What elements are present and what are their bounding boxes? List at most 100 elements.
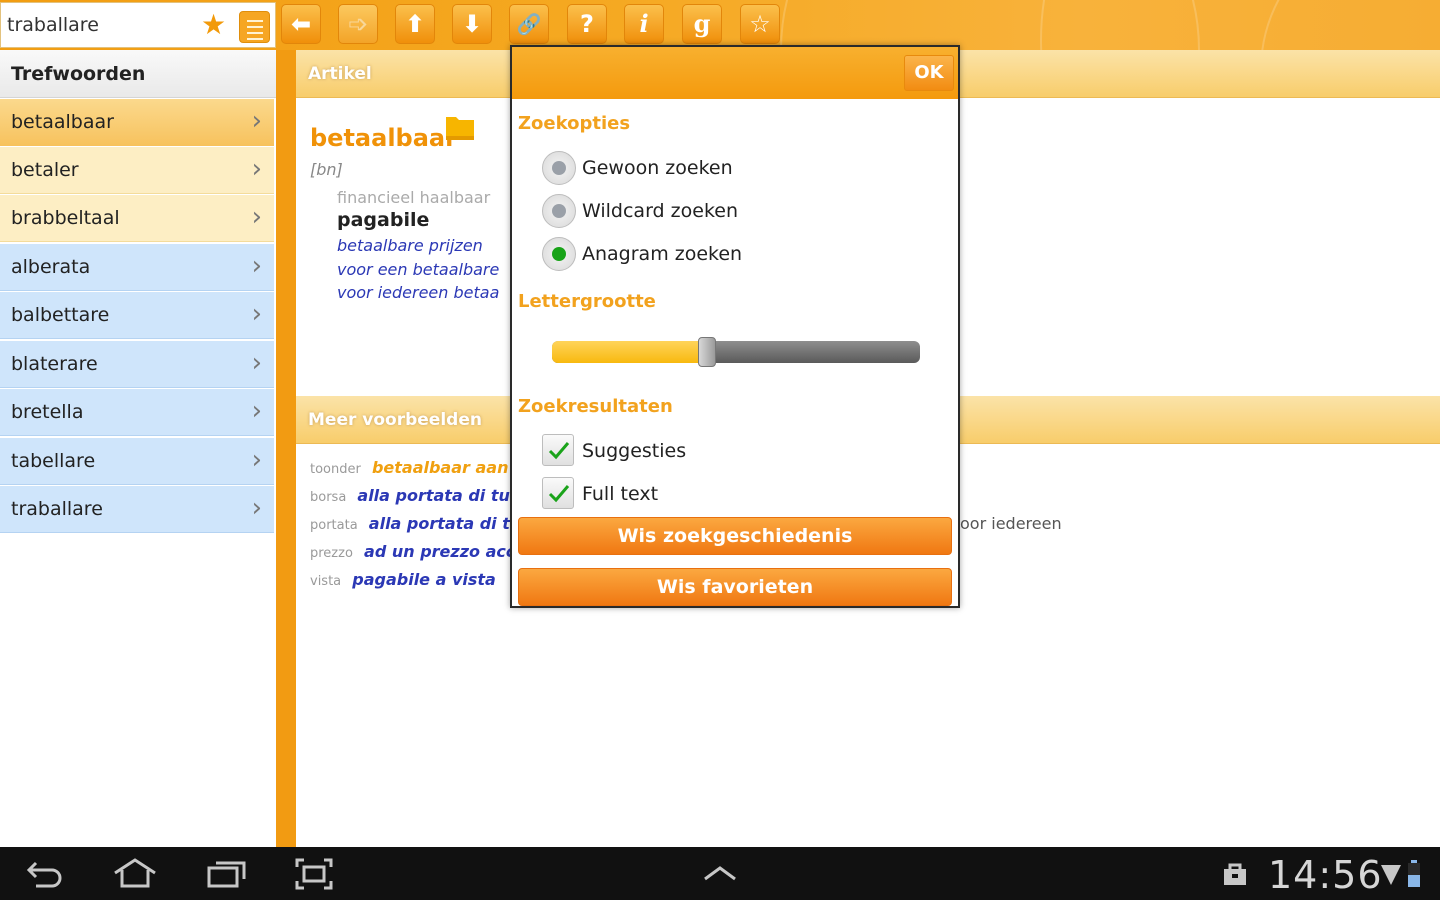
sense-description: financieel haalbaar (337, 188, 491, 207)
example-row[interactable]: toonder betaalbaar aan t (310, 458, 522, 477)
chevron-right-icon: › (251, 251, 262, 281)
list-item[interactable]: betaalbaar › (0, 99, 274, 146)
radio-label: Anagram zoeken (582, 243, 743, 265)
find-settings-icon[interactable]: 🔗 (509, 4, 549, 44)
font-size-title: Lettergrootte (518, 291, 656, 312)
favorites-icon[interactable]: ☆ (740, 4, 780, 44)
example-tag: vista (310, 574, 342, 589)
list-item-label: betaler (11, 159, 79, 181)
list-item[interactable]: balbettare › (0, 292, 274, 339)
chevron-right-icon: › (251, 348, 262, 378)
chevron-right-icon: › (251, 154, 262, 184)
pane-divider[interactable] (276, 50, 296, 847)
list-item-label: bretella (11, 401, 84, 423)
radio-button[interactable] (542, 151, 576, 185)
clock: 14:56 (1268, 853, 1383, 897)
list-item-label: balbettare (11, 304, 110, 326)
checkbox-label: Suggesties (582, 440, 687, 462)
example-tag: prezzo (310, 546, 353, 561)
screenshot-icon[interactable] (294, 857, 334, 891)
slider-thumb[interactable] (697, 337, 716, 367)
slider-fill (552, 341, 707, 363)
checkmark-icon (548, 442, 570, 460)
home-icon[interactable] (112, 857, 158, 889)
example-phrase[interactable]: voor een betaalbare (337, 260, 499, 279)
system-bar: 14:56 (0, 847, 1440, 900)
part-of-speech: [bn] (310, 160, 343, 179)
example-tag: borsa (310, 490, 347, 505)
ok-button[interactable]: OK (904, 55, 954, 91)
example-translation-text: oor iedereen (960, 514, 1062, 533)
chevron-up-icon[interactable] (702, 865, 738, 881)
clear-history-button[interactable]: Wis zoekgeschiedenis (518, 517, 952, 555)
help-icon[interactable]: ? (567, 4, 607, 44)
clear-favorites-button[interactable]: Wis favorieten (518, 568, 952, 606)
radio-label: Wildcard zoeken (582, 200, 738, 222)
settings-dialog: OK Zoekopties Gewoon zoeken Wildcard zoe… (510, 45, 960, 608)
article-bar-title: Artikel (308, 64, 372, 84)
keyword-list-title: Trefwoorden (11, 63, 146, 85)
chevron-right-icon: › (251, 396, 262, 426)
list-item[interactable]: bretella › (0, 389, 274, 436)
example-row[interactable]: portata alla portata di tu (310, 514, 521, 533)
example-italian: alla portata di tutt (357, 486, 526, 505)
radio-button[interactable] (542, 194, 576, 228)
dialog-header: OK (512, 47, 958, 99)
list-item[interactable]: blaterare › (0, 341, 274, 388)
list-item[interactable]: alberata › (0, 244, 274, 291)
search-input-value: traballare (7, 14, 99, 36)
search-input[interactable]: traballare ★ (0, 2, 276, 48)
list-item[interactable]: betaler › (0, 147, 274, 194)
down-arrow-icon[interactable]: ⬇ (452, 4, 492, 44)
checkbox[interactable] (542, 477, 574, 509)
radio-button[interactable] (542, 237, 576, 271)
folder-icon[interactable] (445, 114, 475, 142)
example-phrase[interactable]: betaalbare prijzen (337, 236, 483, 255)
font-size-slider[interactable] (552, 337, 920, 367)
chevron-right-icon: › (251, 445, 262, 475)
example-row[interactable]: prezzo ad un prezzo acce (310, 542, 526, 561)
checkbox[interactable] (542, 434, 574, 466)
list-item-label: brabbeltaal (11, 207, 120, 229)
example-row[interactable]: vista pagabile a vista b (310, 570, 525, 589)
favorite-star-icon[interactable]: ★ (201, 11, 226, 39)
google-icon[interactable]: g (682, 4, 722, 44)
example-row[interactable]: borsa alla portata di tutt (310, 486, 525, 505)
keyword-list-header: Trefwoorden (0, 50, 276, 98)
chevron-right-icon: › (251, 106, 262, 136)
list-item-label: alberata (11, 256, 91, 278)
radio-label: Gewoon zoeken (582, 157, 733, 179)
checkbox-label: Full text (582, 483, 659, 505)
headword: betaalbaar (310, 124, 457, 152)
example-phrase[interactable]: voor iedereen betaa (337, 283, 499, 302)
list-item-label: betaalbaar (11, 111, 114, 133)
example-italian: alla portata di tu (368, 514, 522, 533)
keyword-list: Trefwoorden betaalbaar › betaler › brabb… (0, 50, 276, 847)
recent-apps-icon[interactable] (206, 859, 248, 889)
app-window: traballare ★ ⬅ ➩ ⬆ ⬇ 🔗 ? i g ☆ Trefwoord… (0, 0, 1440, 900)
example-tag: toonder (310, 462, 361, 477)
chevron-right-icon: › (251, 493, 262, 523)
history-list-icon[interactable] (239, 11, 270, 43)
info-icon[interactable]: i (624, 4, 664, 44)
up-arrow-icon[interactable]: ⬆ (395, 4, 435, 44)
wifi-icon (1381, 865, 1401, 885)
list-item-label: traballare (11, 498, 103, 520)
list-item[interactable]: brabbeltaal › (0, 195, 274, 242)
chevron-right-icon: › (251, 202, 262, 232)
battery-icon (1408, 860, 1420, 887)
chevron-right-icon: › (251, 299, 262, 329)
toolbar: traballare ★ ⬅ ➩ ⬆ ⬇ 🔗 ? i g ☆ (0, 0, 1440, 50)
more-examples-title: Meer voorbeelden (308, 410, 482, 430)
example-italian: ad un prezzo acce (364, 542, 527, 561)
list-item[interactable]: traballare › (0, 486, 274, 533)
search-results-title: Zoekresultaten (518, 396, 673, 417)
back-icon[interactable] (26, 859, 66, 889)
shopping-bag-icon (1224, 863, 1246, 885)
example-italian: pagabile a vista (352, 570, 496, 589)
search-options-title: Zoekopties (518, 113, 631, 134)
list-item-label: tabellare (11, 450, 96, 472)
list-item[interactable]: tabellare › (0, 438, 274, 485)
forward-arrow-icon[interactable]: ➩ (338, 4, 378, 44)
back-arrow-icon[interactable]: ⬅ (281, 4, 321, 44)
